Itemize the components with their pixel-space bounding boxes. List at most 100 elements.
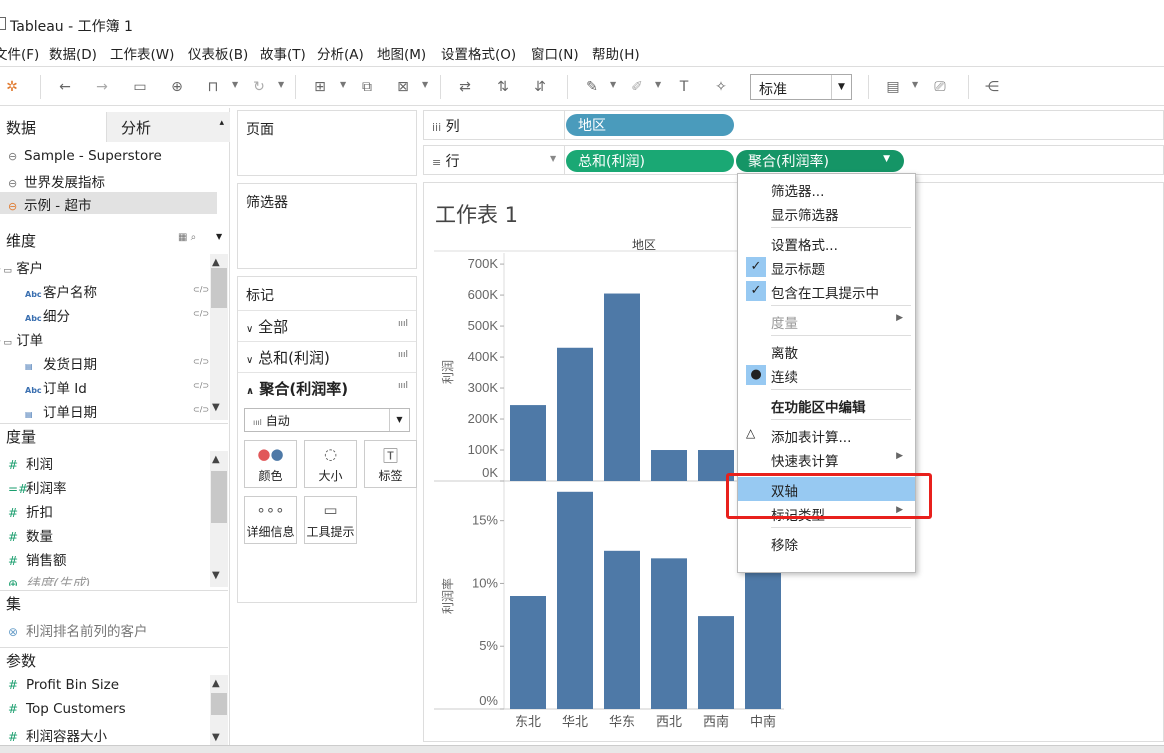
field-item[interactable]: ▤ 发货日期 ⊂/⊃ xyxy=(25,353,209,375)
group-members-icon[interactable]: ✐ xyxy=(628,78,646,96)
field-item[interactable]: Abc订单 Id ⊂/⊃ xyxy=(25,377,209,399)
show-cards-icon[interactable]: ▤ xyxy=(884,78,902,96)
color-button[interactable]: ●● 颜色 xyxy=(244,440,297,488)
menu-item[interactable]: 离散 xyxy=(738,339,915,363)
tab-data[interactable]: 数据 xyxy=(0,112,106,142)
columns-shelf[interactable]: iii 列 地区 xyxy=(423,110,1164,140)
marks-row-all[interactable]: ∨ 全部 ıııl xyxy=(238,310,416,340)
menu-item[interactable]: ✓ 包含在工具提示中 xyxy=(738,279,915,303)
menu-item[interactable]: 度量 ▶ xyxy=(738,309,915,333)
menu-dashboard[interactable]: 仪表板(B) xyxy=(188,43,248,63)
show-mark-labels-icon[interactable]: T xyxy=(675,78,693,96)
chevron-down-icon[interactable]: ▼ xyxy=(216,232,222,241)
undo-icon[interactable]: ← xyxy=(56,78,74,96)
field-item[interactable]: ▤ 订单日期 ⊂/⊃ xyxy=(25,401,209,423)
menu-format[interactable]: 设置格式(O) xyxy=(441,43,516,63)
menu-window[interactable]: 窗口(N) xyxy=(531,43,579,63)
measures-scrollbar[interactable] xyxy=(210,451,228,587)
new-datasource-icon[interactable]: ⊕ xyxy=(168,78,186,96)
menu-item[interactable]: ● 连续 xyxy=(738,363,915,387)
pill-agg-profit-ratio[interactable]: 聚合(利润率) ▼ xyxy=(736,150,904,172)
new-worksheet-icon[interactable]: ⊞ xyxy=(311,78,329,96)
dimensions-scrollbar[interactable] xyxy=(210,254,228,420)
parameter-item[interactable]: # Top Customers xyxy=(8,701,126,723)
fit-select[interactable]: 标准 ▼ xyxy=(750,74,852,100)
menu-story[interactable]: 故事(T) xyxy=(260,43,306,63)
duplicate-sheet-icon[interactable]: ⧉ xyxy=(358,78,376,96)
folder-item[interactable]: ▿ ▭ 订单 xyxy=(0,329,43,351)
scroll-up-icon[interactable]: ▲ xyxy=(212,454,220,465)
measure-item[interactable]: ⊕ 纬度(生成) xyxy=(8,572,91,586)
clear-sheet-icon[interactable]: ⊠ xyxy=(394,78,412,96)
set-item[interactable]: ⊗ 利润排名前列的客户 xyxy=(8,620,148,642)
refresh-icon[interactable]: ↻ xyxy=(250,78,268,96)
datasource-item[interactable]: ⊖ 世界发展指标 xyxy=(0,169,217,191)
highlight-icon[interactable]: ✎ xyxy=(583,78,601,96)
menu-item[interactable]: 设置格式... xyxy=(738,231,915,255)
submenu-arrow-icon: ▶ xyxy=(896,451,903,461)
field-item[interactable]: Abc客户名称 ⊂/⊃ xyxy=(25,281,209,303)
measure-item[interactable]: # 利润 xyxy=(8,453,53,475)
menu-item[interactable]: 筛选器... xyxy=(738,177,915,201)
menu-file[interactable]: 文件(F) xyxy=(0,43,39,63)
rows-shelf[interactable]: ≡ 行 ▼ 总和(利润) 聚合(利润率) ▼ xyxy=(423,145,1164,175)
menu-item[interactable]: 快速表计算 ▶ xyxy=(738,447,915,471)
measure-item[interactable]: =#利润率 xyxy=(8,477,67,499)
tooltip-button[interactable]: ▭ 工具提示 xyxy=(304,496,357,544)
pause-updates-icon[interactable]: ⊓ xyxy=(204,78,222,96)
presentation-mode-icon[interactable]: ⎚ xyxy=(931,78,949,96)
tableau-logo-icon[interactable]: ✲ xyxy=(3,78,21,96)
pages-card[interactable]: 页面 xyxy=(237,110,417,176)
menu-map[interactable]: 地图(M) xyxy=(377,43,426,63)
menu-data[interactable]: 数据(D) xyxy=(49,43,97,63)
detail-button[interactable]: ∘∘∘ 详细信息 xyxy=(244,496,297,544)
folder-label: 订单 xyxy=(16,333,44,349)
menu-item[interactable]: △ 添加表计算... xyxy=(738,423,915,447)
pill-sum-profit[interactable]: 总和(利润) xyxy=(566,150,734,172)
menu-item-label: 设置格式... xyxy=(771,238,838,254)
mark-type-select[interactable]: ıııl 自动 ▼ xyxy=(244,408,410,432)
menu-item[interactable]: 在功能区中编辑 xyxy=(738,393,915,417)
swap-rows-columns-icon[interactable]: ⇄ xyxy=(456,78,474,96)
calendar-icon: ▤ xyxy=(25,410,33,419)
menu-analysis[interactable]: 分析(A) xyxy=(317,43,364,63)
search-icon[interactable]: ▦ ⌕ xyxy=(178,232,196,243)
measure-item[interactable]: # 销售额 xyxy=(8,549,67,571)
pane-menu-icon[interactable]: ▴ xyxy=(219,118,224,128)
measure-item[interactable]: # 折扣 xyxy=(8,501,53,523)
tab-analytics[interactable]: 分析 ▴ xyxy=(106,112,230,142)
menu-item-label: 包含在工具提示中 xyxy=(771,286,879,302)
pill-region[interactable]: 地区 xyxy=(566,114,734,136)
menu-item[interactable]: 显示筛选器 xyxy=(738,201,915,225)
scroll-down-icon[interactable]: ▼ xyxy=(212,570,220,581)
scroll-down-icon[interactable]: ▼ xyxy=(212,732,220,743)
label-button[interactable]: 🅃 标签 xyxy=(364,440,417,488)
marks-row-profit[interactable]: ∨ 总和(利润) ıııl xyxy=(238,341,416,371)
parameter-item[interactable]: # Profit Bin Size xyxy=(8,677,119,699)
menu-item[interactable]: 移除 xyxy=(738,531,915,555)
redo-icon[interactable]: → xyxy=(93,78,111,96)
menu-help[interactable]: 帮助(H) xyxy=(592,43,640,63)
sort-ascending-icon[interactable]: ⇅ xyxy=(494,78,512,96)
datasource-item-selected[interactable]: ⊖ 示例 - 超市 xyxy=(0,192,217,214)
datasource-item[interactable]: ⊖ Sample - Superstore xyxy=(0,146,217,168)
scroll-up-icon[interactable]: ▲ xyxy=(212,678,220,689)
size-button[interactable]: ◌ 大小 xyxy=(304,440,357,488)
filters-card[interactable]: 筛选器 xyxy=(237,183,417,269)
folder-item[interactable]: ▿ ▭ 客户 xyxy=(0,257,43,279)
save-icon[interactable]: ▭ xyxy=(131,78,149,96)
fix-axes-icon[interactable]: ✧ xyxy=(712,78,730,96)
scroll-up-icon[interactable]: ▲ xyxy=(212,257,220,268)
marks-row-profit-ratio[interactable]: ∧ 聚合(利润率) ıııl xyxy=(238,372,416,402)
parameter-item[interactable]: # 利润容器大小 xyxy=(8,725,107,747)
menu-item[interactable]: ✓ 显示标题 xyxy=(738,255,915,279)
chevron-down-icon[interactable]: ▼ xyxy=(550,154,556,163)
rows-shelf-label: ≡ 行 xyxy=(432,151,460,171)
field-item[interactable]: Abc细分 ⊂/⊃ xyxy=(25,305,209,327)
submenu-arrow-icon: ▶ xyxy=(896,313,903,323)
sort-descending-icon[interactable]: ⇵ xyxy=(531,78,549,96)
scroll-down-icon[interactable]: ▼ xyxy=(212,402,220,413)
menu-worksheet[interactable]: 工作表(W) xyxy=(110,43,174,63)
measure-item[interactable]: # 数量 xyxy=(8,525,53,547)
share-icon[interactable]: ⋲ xyxy=(983,78,1001,96)
